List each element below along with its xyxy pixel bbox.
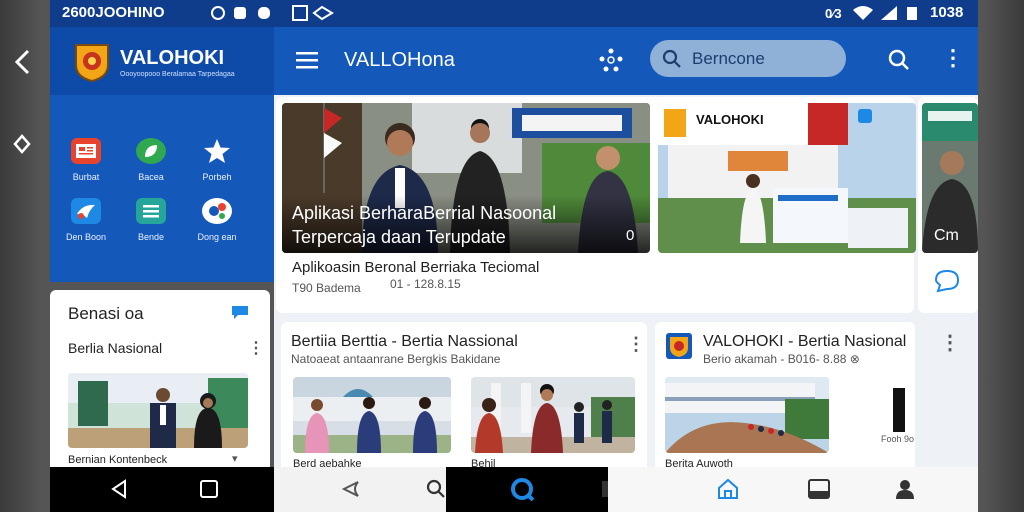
more-options-icon[interactable]: ⋮ (940, 330, 960, 355)
system-nav (50, 467, 274, 512)
bottom-search-icon[interactable] (426, 479, 446, 504)
gallery-icon (292, 4, 336, 26)
news-card-photo-caption-2: Fooh 9o (881, 434, 915, 444)
nav-back-icon[interactable] (110, 479, 128, 504)
sidebar-header: VALOHOKI Oooyoopooo Beralamaa Tarpedagaa (50, 27, 274, 95)
sidebar-item-bird[interactable]: Den Boon (62, 198, 110, 242)
sidebar-item-label: Bacea (138, 172, 164, 182)
chat-icon[interactable] (230, 304, 250, 325)
sidebar-item-label: Bende (137, 232, 165, 242)
leaf-icon (136, 138, 166, 164)
bird-icon (71, 198, 101, 224)
list-icon (136, 198, 166, 224)
comment-icon[interactable] (934, 269, 960, 298)
featured-meta: T90 Badema (292, 281, 361, 295)
more-options-icon[interactable]: ⋮ (627, 334, 645, 355)
sidebar-item-news[interactable]: Burbat (62, 138, 110, 182)
clock: 1038 (930, 4, 964, 21)
social-icon (202, 198, 232, 224)
featured-photo: Aplikasi BerharaBerrial Nasoonal Terperc… (282, 103, 650, 253)
news-card-photo (665, 377, 829, 453)
side-tile[interactable]: Cm (918, 97, 978, 313)
news-icon (71, 138, 101, 164)
left-card-caption: Bernian Kontenbeck (68, 454, 168, 466)
share-icon[interactable] (598, 47, 624, 78)
sidebar-item-leaf[interactable]: Bacea (127, 138, 175, 182)
svg-text:0⁄3: 0⁄3 (825, 6, 842, 21)
search-input[interactable]: Berncone (650, 40, 846, 77)
left-card-subheading: Berlia Nasional (68, 340, 163, 356)
featured-photo-2: VALOHOKI (658, 103, 916, 253)
left-card-heading: Benasi oa (68, 304, 144, 323)
brand-logo-small-icon (665, 332, 693, 365)
menu-icon[interactable] (296, 51, 318, 74)
reply-icon[interactable] (338, 479, 360, 504)
star-icon (202, 138, 232, 164)
left-card-photo (68, 373, 248, 448)
screen: 2600JOOHINO 0⁄3 1038 VALOHOKI Oooyoopooo… (0, 0, 1024, 512)
brand-logo-icon (72, 41, 112, 83)
left-news-card[interactable]: Benasi oa Berlia Nasional ⋮ Bernian Kont… (50, 290, 270, 470)
status-left-text: 2600JOOHINO (62, 4, 165, 21)
collapse-icon[interactable]: ▾ (232, 452, 238, 465)
featured-date: 01 - 128.8.15 (390, 277, 461, 291)
search-icon[interactable] (888, 49, 910, 76)
tab-bookmarks-icon[interactable] (808, 479, 830, 504)
side-tile-photo: Cm (922, 103, 978, 253)
status-bar: 2600JOOHINO 0⁄3 1038 (50, 0, 978, 27)
search-field-icon (662, 49, 682, 74)
featured-overlay-title: Aplikasi BerharaBerrial Nasoonal (292, 203, 557, 223)
news-card-subtitle: Natoaeat antaanrane Bergkis Bakidane (291, 352, 501, 366)
news-card-photo-2 (471, 377, 635, 453)
sidebar-item-label: Den Boon (65, 232, 107, 242)
notification-icons (210, 4, 280, 26)
featured-badge: 0 (626, 227, 635, 244)
sidebar-item-social[interactable]: Dong ean (193, 198, 241, 242)
toolbar-title: VALLOHona (344, 49, 455, 71)
featured-overlay-subtitle: Terpercaja daan Terupdate (292, 227, 506, 247)
news-card-title: VALOHOKI - Bertia Nasional (703, 333, 907, 350)
news-card[interactable]: Bertiia Berttia - Bertia Nassional Natoa… (281, 322, 647, 472)
signal-icons: 0⁄3 (825, 4, 925, 26)
featured-caption: Aplikoasin Beronal Berriaka Teciomal (292, 259, 540, 276)
sidebar-item-star[interactable]: Porbeh (193, 138, 241, 182)
bottom-tab-bar (608, 467, 978, 512)
side-tile-text: Cm (934, 227, 959, 244)
brand-name: VALOHOKI (120, 47, 225, 69)
news-card-thumbnail (893, 388, 905, 432)
sidebar-item-list[interactable]: Bende (127, 198, 175, 242)
tab-profile-icon[interactable] (894, 478, 916, 505)
tab-home-icon[interactable] (716, 477, 740, 506)
system-nav-center (446, 467, 618, 512)
nav-home-icon[interactable] (510, 477, 536, 508)
brand-tagline: Oooyoopooo Beralamaa Tarpedagaa (120, 71, 235, 78)
tile-brand-text: VALOHOKI (696, 112, 764, 127)
sidebar-item-label: Porbeh (202, 172, 232, 182)
rotate-icon[interactable] (12, 130, 32, 161)
app-bar: VALLOHona ⋮ (274, 27, 978, 95)
back-icon[interactable] (12, 48, 32, 83)
search-value: Berncone (692, 49, 765, 68)
news-card-photo (293, 377, 451, 453)
overflow-menu-icon[interactable]: ⋮ (942, 45, 964, 71)
more-options-icon[interactable]: ⋮ (248, 338, 264, 358)
news-card-subtitle: Berio akamah - B016- 8.88 ⊗ (703, 352, 860, 366)
news-card[interactable]: VALOHOKI - Bertia Nasional Berio akamah … (655, 322, 915, 472)
featured-card[interactable]: Aplikasi BerharaBerrial Nasoonal Terperc… (276, 97, 916, 313)
news-card-title: Bertiia Berttia - Bertia Nassional (291, 333, 518, 350)
sidebar-item-label: Dong ean (197, 232, 237, 242)
nav-recents-icon[interactable] (200, 480, 218, 503)
sidebar-item-label: Burbat (72, 172, 100, 182)
bottom-bar-middle (274, 467, 446, 512)
